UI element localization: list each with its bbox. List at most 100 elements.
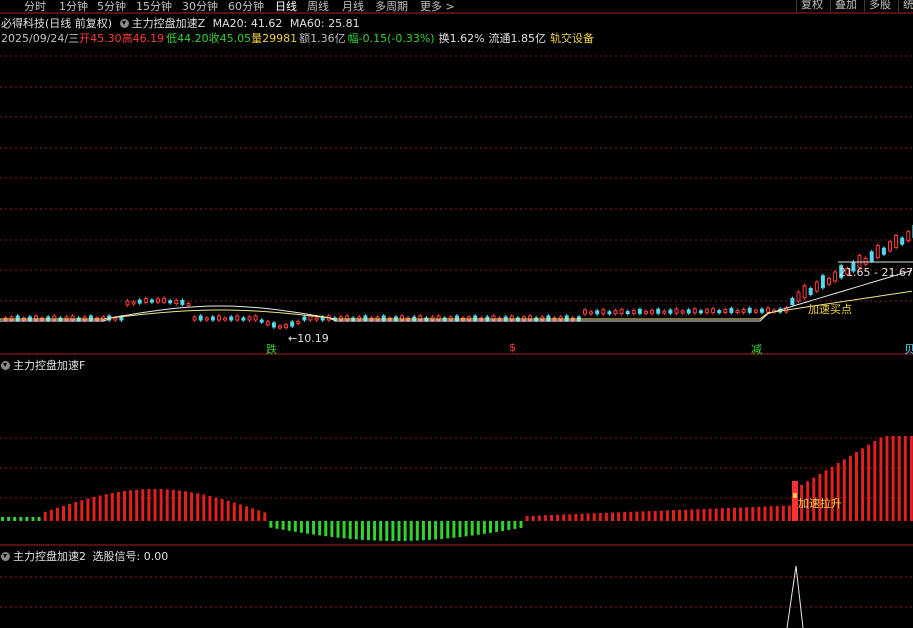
histogram-bar <box>165 489 169 521</box>
histogram-bar <box>665 510 669 521</box>
candle <box>796 291 801 302</box>
candle <box>284 324 289 329</box>
candle <box>162 297 167 303</box>
histogram-bar <box>537 515 541 521</box>
histogram-bar <box>269 521 273 528</box>
candle <box>900 237 905 245</box>
histogram-bar <box>251 508 255 521</box>
histogram-bar <box>513 521 517 529</box>
histogram-bar <box>43 511 47 521</box>
candle <box>314 317 319 321</box>
histogram-bar <box>879 437 883 521</box>
candle <box>875 245 880 259</box>
panel2-dropdown-icon[interactable] <box>1 361 10 370</box>
boost-marker <box>793 493 797 498</box>
histogram-bar <box>49 509 53 521</box>
histogram-bar <box>360 521 364 540</box>
signal-edge: 贝 <box>904 343 913 356</box>
candle <box>863 257 868 265</box>
histogram-bar <box>714 508 718 521</box>
open-label: 开 <box>79 32 91 45</box>
histogram-bar <box>129 490 133 521</box>
panel3-header: 主力控盘加速2 选股信号: 0.00 <box>1 548 168 564</box>
histogram-bar <box>62 505 65 521</box>
candle <box>711 308 716 314</box>
candle <box>631 309 636 314</box>
quote-date: 2025/09/24/三 <box>1 32 80 45</box>
histogram-bar <box>104 494 108 521</box>
histogram-bar <box>739 507 743 521</box>
candle <box>302 316 307 321</box>
candle <box>790 298 795 306</box>
histogram-bar <box>342 521 346 539</box>
candle <box>595 310 600 315</box>
histogram-bar <box>287 521 291 531</box>
histogram-bar <box>135 489 139 521</box>
histogram-bar <box>574 514 578 521</box>
histogram-bar <box>440 521 444 539</box>
candle <box>253 315 258 321</box>
histogram-bar <box>720 508 724 521</box>
histogram-bar <box>110 492 114 521</box>
close-label: 收 <box>208 32 220 45</box>
histogram-bar <box>25 517 29 521</box>
candle <box>186 302 191 306</box>
histogram-bar <box>708 508 712 521</box>
candle <box>156 298 160 303</box>
candle <box>271 322 276 328</box>
candle <box>820 275 825 289</box>
candle <box>692 308 697 314</box>
signal-spike <box>786 565 804 628</box>
candle <box>119 316 124 321</box>
histogram-bar <box>635 511 639 521</box>
panel3-dropdown-icon[interactable] <box>1 552 10 561</box>
high-value: 46.19 <box>132 32 165 45</box>
candle <box>613 310 618 315</box>
histogram-bar <box>19 517 23 521</box>
histogram-bar <box>781 505 785 521</box>
candle <box>192 316 197 321</box>
candle <box>180 299 185 305</box>
histogram-bar <box>653 510 657 521</box>
candle <box>149 299 154 303</box>
histogram-bar <box>238 504 242 521</box>
histogram-bar <box>116 491 120 521</box>
histogram-bar <box>293 521 297 532</box>
candle <box>143 297 148 303</box>
candle <box>881 247 886 255</box>
candle <box>198 315 203 321</box>
histogram-bar <box>903 436 907 521</box>
histogram-bar <box>458 521 462 538</box>
float-value: 1.85亿 <box>510 32 547 45</box>
histogram-bar <box>391 521 395 541</box>
indicator-dropdown-icon[interactable] <box>119 19 129 28</box>
signal-die: 跌 <box>266 343 277 356</box>
histogram-bar <box>836 462 840 521</box>
histogram-bar <box>623 512 627 521</box>
candle <box>296 320 301 324</box>
candle <box>168 300 173 304</box>
histogram-bar <box>543 515 547 521</box>
histogram-bar <box>873 441 877 521</box>
ma20-value: MA20: 41.62 <box>212 17 283 30</box>
candle <box>680 310 685 314</box>
histogram-bar <box>531 515 535 521</box>
histogram-bar <box>861 448 865 521</box>
kline-chart[interactable] <box>0 0 913 628</box>
histogram-bar <box>31 517 35 521</box>
histogram-bar <box>647 511 651 521</box>
candle <box>894 234 899 248</box>
histogram-bar <box>434 521 438 540</box>
candle <box>644 310 648 314</box>
histogram-bar <box>55 507 59 521</box>
stock-title: 必得科技(日线 前复权) <box>1 17 113 30</box>
histogram-bar <box>519 521 523 528</box>
histogram-bar <box>336 521 340 538</box>
low-price-marker: ←10.19 <box>288 332 329 345</box>
candle <box>174 299 179 304</box>
boost-label: 加速拉升 <box>798 497 842 510</box>
histogram-bar <box>123 491 126 521</box>
candle <box>723 309 728 314</box>
histogram-bar <box>153 489 157 521</box>
histogram-bar <box>617 512 621 521</box>
